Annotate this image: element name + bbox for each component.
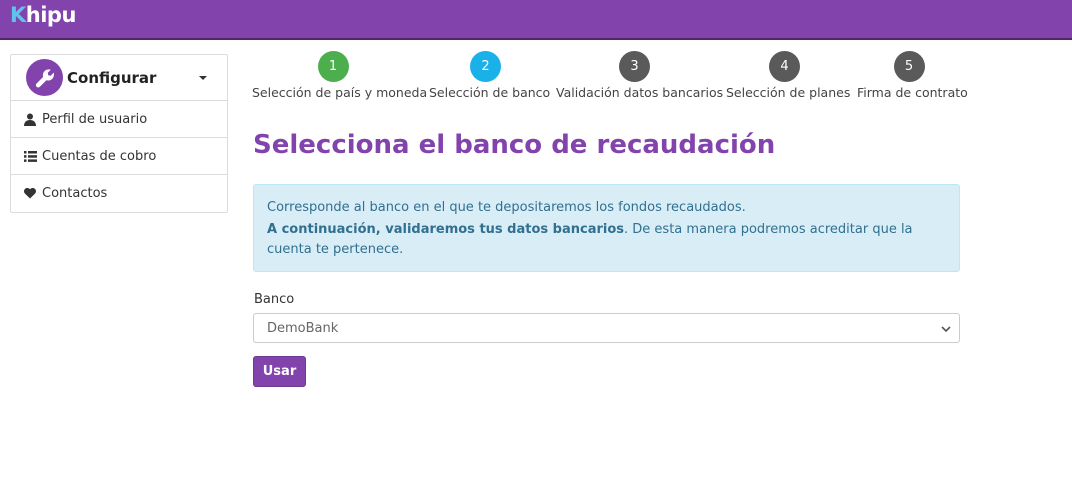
user-icon xyxy=(23,112,37,126)
alert-text: Corresponde al banco en el que te deposi… xyxy=(267,200,746,215)
bank-select-value: DemoBank xyxy=(267,320,339,336)
use-button[interactable]: Usar xyxy=(253,356,306,387)
step-label: Selección de país y moneda xyxy=(252,85,428,100)
step-number: 1 xyxy=(317,51,349,82)
sidebar-item-cuentas[interactable]: Cuentas de cobro xyxy=(11,138,227,175)
sidebar-dropdown-toggle[interactable]: Configurar xyxy=(11,55,227,101)
sidebar-item-contactos[interactable]: Contactos xyxy=(11,175,227,212)
step-number: 5 xyxy=(893,51,925,82)
step-2: 2 Selección de banco xyxy=(429,51,551,100)
sidebar-item-label: Cuentas de cobro xyxy=(42,148,157,164)
sidebar-item-perfil[interactable]: Perfil de usuario xyxy=(11,101,227,138)
step-label: Firma de contrato xyxy=(857,85,968,100)
step-number: 4 xyxy=(769,51,800,82)
caret-down-icon xyxy=(199,76,207,80)
sidebar: Configurar Perfil de usuario Cuentas de … xyxy=(10,54,228,213)
info-alert: Corresponde al banco en el que te deposi… xyxy=(253,184,960,272)
sidebar-title: Configurar xyxy=(67,68,157,87)
wrench-icon xyxy=(26,59,63,96)
bank-label: Banco xyxy=(254,292,295,307)
step-1: 1 Selección de país y moneda xyxy=(252,51,428,100)
top-navbar: Khipu xyxy=(0,0,1072,40)
step-number: 2 xyxy=(470,51,501,82)
page-title: Selecciona el banco de recaudación xyxy=(253,130,776,160)
list-icon xyxy=(23,149,37,163)
alert-text-2: A continuación, validaremos tus datos ba… xyxy=(267,220,946,260)
step-3: 3 Validación datos bancarios xyxy=(556,51,724,100)
sidebar-item-label: Contactos xyxy=(42,186,108,201)
chevron-down-icon xyxy=(941,323,951,338)
alert-bold-text: A continuación, validaremos tus datos ba… xyxy=(267,222,625,237)
step-number: 3 xyxy=(619,51,650,82)
step-5: 5 Firma de contrato xyxy=(857,51,968,100)
step-label: Selección de banco xyxy=(429,85,551,100)
bank-select[interactable]: DemoBank xyxy=(253,313,960,343)
step-label: Validación datos bancarios xyxy=(556,85,724,100)
heart-icon xyxy=(23,187,37,201)
khipu-logo[interactable]: Khipu xyxy=(10,3,76,27)
sidebar-item-label: Perfil de usuario xyxy=(42,111,148,127)
step-label: Selección de planes xyxy=(726,85,851,100)
step-4: 4 Selección de planes xyxy=(726,51,851,100)
